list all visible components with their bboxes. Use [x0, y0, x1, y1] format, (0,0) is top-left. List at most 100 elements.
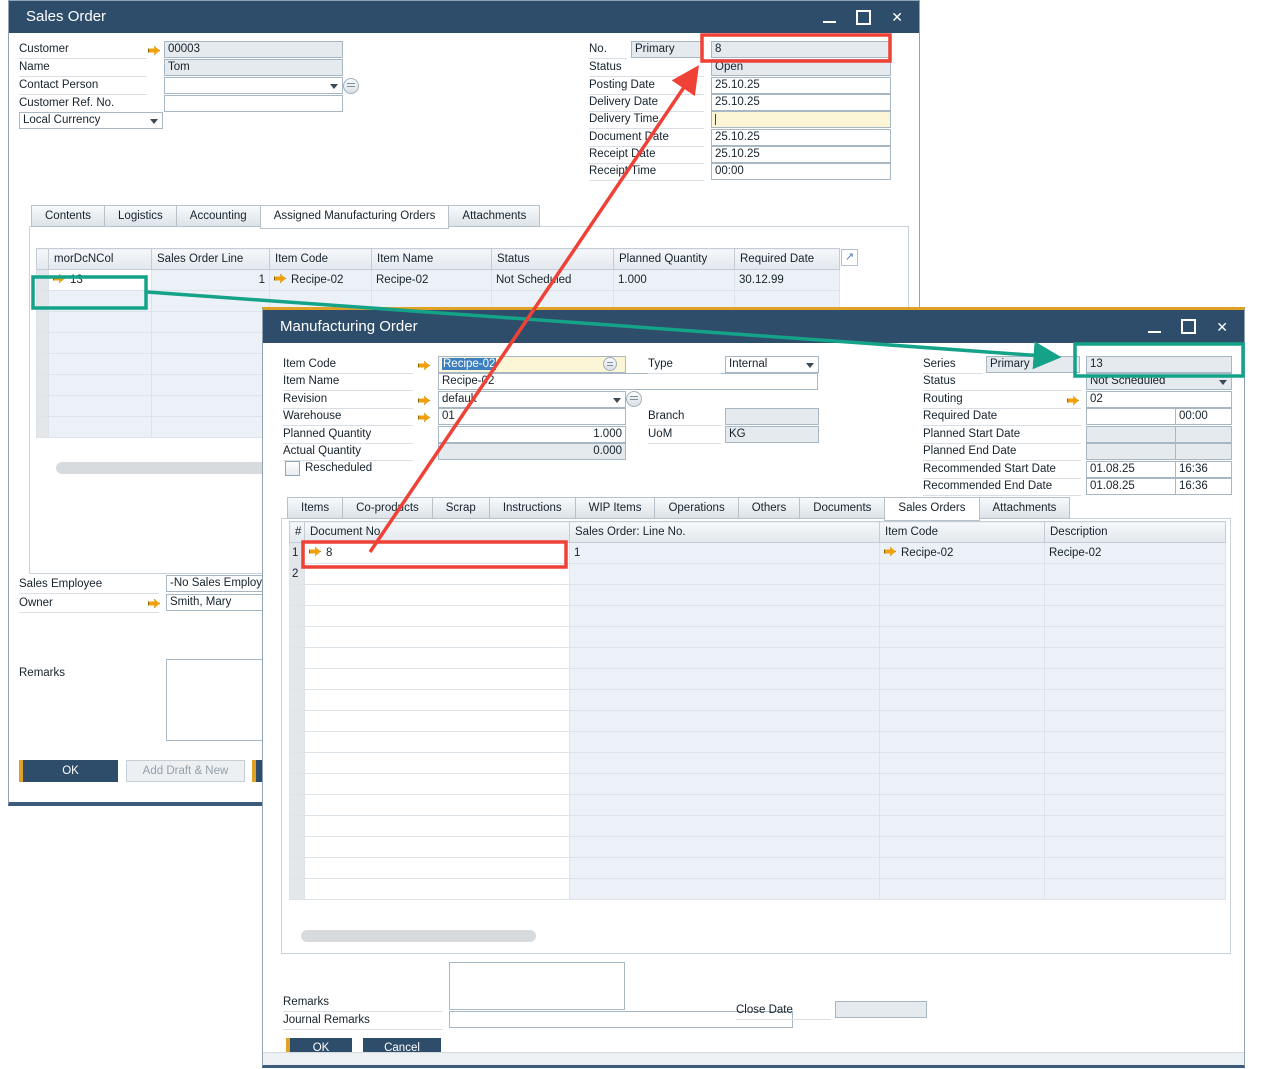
- row-selector-header[interactable]: [37, 249, 49, 270]
- tab-attachments[interactable]: Attachments: [980, 497, 1071, 519]
- tab-attachments[interactable]: Attachments: [449, 205, 540, 227]
- uom-field[interactable]: KG: [725, 426, 819, 443]
- posting-date-field[interactable]: 25.10.25: [711, 77, 891, 94]
- manufacturing-order-titlebar[interactable]: Manufacturing Order: [263, 310, 1244, 343]
- minimize-icon[interactable]: [1148, 331, 1161, 333]
- cell-mordcncol[interactable]: 13: [49, 270, 152, 291]
- close-icon[interactable]: [891, 10, 903, 24]
- link-arrow-icon[interactable]: [418, 413, 430, 422]
- planned-start-date-field[interactable]: [1086, 426, 1176, 443]
- row-number[interactable]: 2: [290, 564, 305, 585]
- cell-sales-order-line-no[interactable]: 1: [570, 543, 880, 564]
- routing-field[interactable]: 02: [1086, 391, 1232, 408]
- link-arrow-icon[interactable]: [418, 396, 430, 405]
- col-item-code[interactable]: Item Code: [270, 249, 372, 270]
- col-mordcncol[interactable]: morDcNCol: [49, 249, 152, 270]
- tab-instructions[interactable]: Instructions: [489, 497, 575, 519]
- cell-document-no[interactable]: 8: [305, 543, 570, 564]
- link-arrow-icon[interactable]: [418, 361, 430, 370]
- maximize-icon[interactable]: [1181, 319, 1196, 334]
- tab-operations[interactable]: Operations: [654, 497, 737, 519]
- close-date-field[interactable]: [835, 1001, 927, 1018]
- mo-status-combo[interactable]: Not Scheduled: [1086, 373, 1232, 390]
- cell-item-code[interactable]: Recipe-02: [880, 543, 1045, 564]
- delivery-time-field[interactable]: [711, 111, 891, 128]
- cell-sales-order-line-no[interactable]: [570, 564, 880, 585]
- col-description[interactable]: Description: [1045, 522, 1226, 543]
- recommended-start-time-field[interactable]: 16:36: [1175, 461, 1232, 478]
- status-field[interactable]: Open: [711, 59, 891, 76]
- link-arrow-icon[interactable]: [274, 274, 286, 283]
- doc-number-field[interactable]: 8: [711, 41, 891, 58]
- tab-sales-orders[interactable]: Sales Orders: [884, 497, 979, 521]
- customer-field[interactable]: 00003: [164, 41, 343, 58]
- link-arrow-icon[interactable]: [53, 274, 65, 283]
- name-field[interactable]: Tom: [164, 59, 343, 76]
- recommended-end-date-field[interactable]: 01.08.25: [1086, 478, 1176, 495]
- tab-wip-items[interactable]: WIP Items: [575, 497, 655, 519]
- choose-from-list-icon[interactable]: [603, 357, 617, 371]
- planned-quantity-field[interactable]: 1.000: [438, 426, 626, 443]
- required-date-field[interactable]: [1086, 408, 1176, 425]
- rescheduled-checkbox[interactable]: [285, 461, 300, 476]
- maximize-icon[interactable]: [856, 10, 871, 25]
- remarks-textarea[interactable]: [449, 962, 625, 1010]
- link-arrow-icon[interactable]: [884, 547, 896, 556]
- item-code-field[interactable]: Recipe-02: [438, 356, 626, 373]
- cell-item-code[interactable]: Recipe-02: [270, 270, 372, 291]
- cell-status[interactable]: Not Scheduled: [492, 270, 614, 291]
- tab-co-products[interactable]: Co-products: [342, 497, 432, 519]
- sales-order-titlebar[interactable]: Sales Order: [9, 1, 919, 33]
- type-combo[interactable]: Internal: [725, 356, 819, 373]
- cell-item-name[interactable]: Recipe-02: [372, 270, 492, 291]
- actual-quantity-field[interactable]: 0.000: [438, 443, 626, 460]
- choose-from-list-icon[interactable]: [343, 78, 359, 94]
- contact-person-combo[interactable]: [164, 77, 343, 94]
- add-draft-new-button[interactable]: Add Draft & New: [126, 760, 245, 782]
- currency-selector[interactable]: Local Currency: [19, 112, 163, 129]
- planned-start-time-field[interactable]: [1175, 426, 1232, 443]
- col-document-no[interactable]: Document No.: [305, 522, 570, 543]
- revision-combo[interactable]: default: [438, 391, 626, 408]
- tab-assigned-manufacturing-orders[interactable]: Assigned Manufacturing Orders: [260, 205, 450, 229]
- tab-others[interactable]: Others: [738, 497, 800, 519]
- cell-item-code[interactable]: [880, 564, 1045, 585]
- col-item-name[interactable]: Item Name: [372, 249, 492, 270]
- minimize-icon[interactable]: [823, 21, 836, 23]
- delivery-date-field[interactable]: 25.10.25: [711, 94, 891, 111]
- col-status[interactable]: Status: [492, 249, 614, 270]
- row-selector[interactable]: [37, 270, 49, 291]
- cell-description[interactable]: [1045, 564, 1226, 585]
- tab-scrap[interactable]: Scrap: [432, 497, 489, 519]
- tab-documents[interactable]: Documents: [799, 497, 884, 519]
- col-planned-quantity[interactable]: Planned Quantity: [614, 249, 735, 270]
- choose-from-list-icon[interactable]: [626, 391, 642, 407]
- expand-grid-icon[interactable]: [841, 249, 858, 266]
- tab-logistics[interactable]: Logistics: [104, 205, 176, 227]
- close-icon[interactable]: [1216, 320, 1228, 334]
- recommended-start-date-field[interactable]: 01.08.25: [1086, 461, 1176, 478]
- col-sales-order-line-no[interactable]: Sales Order: Line No.: [570, 522, 880, 543]
- link-arrow-icon[interactable]: [309, 547, 321, 556]
- series-name-field[interactable]: Primary: [986, 356, 1080, 373]
- required-time-field[interactable]: 00:00: [1175, 408, 1232, 425]
- tab-items[interactable]: Items: [287, 497, 342, 519]
- cell-planned-quantity[interactable]: 1.000: [614, 270, 735, 291]
- cell-document-no[interactable]: [305, 564, 570, 585]
- link-arrow-icon[interactable]: [148, 46, 160, 55]
- tab-accounting[interactable]: Accounting: [176, 205, 260, 227]
- cell-description[interactable]: Recipe-02: [1045, 543, 1226, 564]
- series-number-field[interactable]: 13: [1086, 356, 1232, 373]
- recommended-end-time-field[interactable]: 16:36: [1175, 478, 1232, 495]
- tab-contents[interactable]: Contents: [31, 205, 104, 227]
- row-number[interactable]: 1: [290, 543, 305, 564]
- receipt-date-field[interactable]: 25.10.25: [711, 146, 891, 163]
- horizontal-scrollbar[interactable]: [301, 930, 536, 942]
- branch-field[interactable]: [725, 408, 819, 425]
- customer-ref-field[interactable]: [164, 95, 343, 112]
- cell-sales-order-line[interactable]: 1: [152, 270, 270, 291]
- col-row-number[interactable]: #: [290, 522, 305, 543]
- col-required-date[interactable]: Required Date: [735, 249, 840, 270]
- planned-end-date-field[interactable]: [1086, 443, 1176, 460]
- col-sales-order-line[interactable]: Sales Order Line: [152, 249, 270, 270]
